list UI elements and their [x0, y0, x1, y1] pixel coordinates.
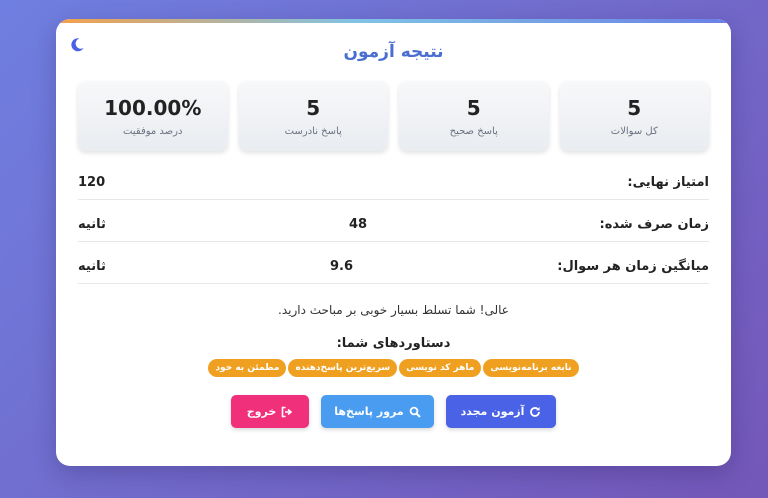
stat-label: درصد موفقیت	[123, 125, 183, 137]
stat-label: کل سوالات	[610, 125, 658, 137]
achievement-badge: نابغه برنامه‌نویسی	[483, 359, 579, 377]
retry-label: آزمون مجدد	[460, 405, 525, 418]
top-accent-bar	[56, 19, 731, 23]
stat-success-rate: 100.00% درصد موفقیت	[78, 81, 228, 151]
time-spent-value: 48	[349, 217, 368, 232]
stat-correct-answers: 5 پاسخ صحیح	[399, 81, 549, 151]
exit-label: خروج	[246, 405, 277, 418]
exit-button[interactable]: خروج	[231, 395, 309, 428]
final-score-value: 120	[78, 175, 106, 190]
avg-time-value: 9.6	[330, 259, 354, 274]
stat-label: پاسخ صحیح	[449, 125, 498, 137]
avg-time-unit: ثانیه	[78, 259, 106, 274]
achievement-badge: ماهر کد نویسی	[399, 359, 482, 377]
retry-button[interactable]: آزمون مجدد	[446, 395, 556, 428]
stat-value: 100.00%	[104, 95, 202, 120]
achievements-title: دستاوردهای شما:	[336, 336, 451, 351]
stat-value: 5	[627, 95, 642, 120]
stat-total-questions: 5 کل سوالات	[559, 81, 709, 151]
achievement-badge: مطمئن به خود	[208, 359, 287, 377]
time-spent-row: زمان صرف شده: 48 ثانیه	[78, 206, 709, 242]
final-score-label: امتیاز نهایی:	[627, 175, 709, 190]
action-buttons: آزمون مجدد مرور پاسخ‌ها خروج	[56, 395, 731, 428]
time-spent-label: زمان صرف شده:	[599, 217, 709, 232]
achievement-badge: سریع‌ترین پاسخ‌دهنده	[288, 359, 398, 377]
time-spent-unit: ثانیه	[78, 217, 106, 232]
redo-icon	[529, 406, 541, 418]
stat-label: پاسخ نادرست	[284, 125, 342, 137]
sign-out-icon	[281, 406, 293, 418]
result-message: عالی! شما تسلط بسیار خوبی بر مباحث دارید…	[278, 303, 509, 317]
result-card: نتیجه آزمون 5 کل سوالات 5 پاسخ صحیح 5 پا…	[56, 19, 731, 466]
stat-value: 5	[466, 95, 481, 120]
review-button[interactable]: مرور پاسخ‌ها	[321, 395, 434, 428]
achievements-list: نابغه برنامه‌نویسی ماهر کد نویسی سریع‌تر…	[56, 359, 731, 377]
search-icon	[409, 406, 421, 418]
avg-time-row: میانگین زمان هر سوال: 9.6 ثانیه	[78, 248, 709, 284]
final-score-row: امتیاز نهایی: 120	[78, 164, 709, 200]
avg-time-label: میانگین زمان هر سوال:	[557, 259, 709, 274]
stats-row: 5 کل سوالات 5 پاسخ صحیح 5 پاسخ نادرست 10…	[78, 81, 709, 151]
review-label: مرور پاسخ‌ها	[334, 405, 404, 418]
stat-wrong-answers: 5 پاسخ نادرست	[238, 81, 388, 151]
page-title: نتیجه آزمون	[343, 42, 444, 62]
stat-value: 5	[306, 95, 321, 120]
